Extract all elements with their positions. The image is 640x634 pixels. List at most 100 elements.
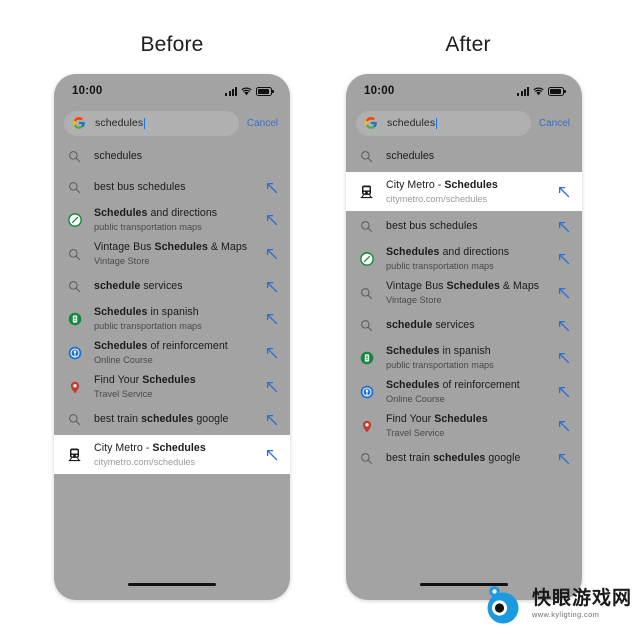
suggestion-row[interactable]: Schedules of reinforcement Online Course (54, 336, 290, 370)
suggestion-row[interactable]: best train schedules google (346, 443, 582, 474)
status-clock: 10:00 (72, 85, 103, 97)
magnifier-icon (358, 218, 375, 235)
suggestion-subtitle: public transportation maps (386, 360, 494, 370)
suggestion-row-highlighted[interactable]: City Metro - Schedules citymetro.com/sche… (346, 172, 582, 211)
append-arrow-icon[interactable] (265, 413, 279, 427)
suggestion-title: Schedules of reinforcement (94, 340, 228, 352)
suggestion-text: Vintage Bus Schedules & Maps Vintage Stor… (386, 280, 551, 306)
magnifier-icon (66, 179, 83, 196)
suggestion-row[interactable]: Vintage Bus Schedules & Maps Vintage Stor… (346, 276, 582, 310)
suggestion-row[interactable]: Schedules and directions public transport… (346, 242, 582, 276)
suggestion-title: schedule services (94, 280, 183, 292)
suggestion-row[interactable]: schedule services (54, 271, 290, 302)
tram-icon (66, 446, 83, 463)
panel-after: After 10:00 schedules Cancel schedules C… (318, 0, 618, 634)
suggestion-row[interactable]: schedules (54, 141, 290, 172)
document-green-icon (358, 350, 375, 367)
suggestion-text: Schedules in spanish public transportatio… (386, 345, 551, 371)
suggestion-row[interactable]: schedule services (346, 310, 582, 341)
panel-title-after: After (445, 33, 491, 56)
suggestion-row[interactable]: schedules (346, 141, 582, 172)
eyeball-logo-icon (481, 582, 525, 626)
suggestion-row[interactable]: Find Your Schedules Travel Service (54, 370, 290, 404)
append-arrow-icon[interactable] (265, 280, 279, 294)
suggestion-text: Schedules and directions public transport… (94, 207, 259, 233)
suggestion-text: schedule services (94, 280, 259, 293)
watermark-url: www.kyligting.com (531, 610, 600, 620)
comparison-stage: Before 10:00 schedules Cancel schedules … (0, 0, 640, 634)
suggestion-row[interactable]: Vintage Bus Schedules & Maps Vintage Stor… (54, 237, 290, 271)
append-arrow-icon[interactable] (557, 351, 571, 365)
suggestion-title: schedule services (386, 319, 475, 331)
cancel-button[interactable]: Cancel (247, 118, 278, 129)
status-icons (225, 86, 274, 96)
magnifier-icon (358, 285, 375, 302)
suggestion-row-highlighted[interactable]: City Metro - Schedules citymetro.com/sche… (54, 435, 290, 474)
suggestion-subtitle: public transportation maps (94, 222, 202, 232)
append-arrow-icon[interactable] (557, 419, 571, 433)
suggestion-title: Find Your Schedules (386, 413, 488, 425)
wifi-icon (241, 86, 252, 96)
append-arrow-icon[interactable] (557, 319, 571, 333)
suggestion-title: schedules (94, 150, 143, 162)
suggestion-subtitle: Vintage Store (386, 295, 442, 305)
suggestion-title: Schedules and directions (94, 207, 218, 219)
battery-icon (256, 86, 274, 96)
search-input[interactable]: schedules (356, 110, 531, 136)
suggestion-row[interactable]: best bus schedules (54, 172, 290, 203)
append-arrow-icon[interactable] (557, 286, 571, 300)
status-bar: 10:00 (54, 74, 290, 104)
suggestion-text: Vintage Bus Schedules & Maps Vintage Stor… (94, 241, 259, 267)
cancel-button[interactable]: Cancel (539, 118, 570, 129)
append-arrow-icon[interactable] (557, 220, 571, 234)
suggestion-row[interactable]: best bus schedules (346, 211, 582, 242)
suggestion-text: best bus schedules (94, 181, 259, 194)
suggestion-title: Schedules in spanish (94, 306, 199, 318)
append-arrow-icon[interactable] (265, 346, 279, 360)
suggestion-row[interactable]: Find Your Schedules Travel Service (346, 409, 582, 443)
magnifier-icon (66, 148, 83, 165)
suggestion-title: City Metro - Schedules (386, 178, 498, 191)
append-arrow-icon[interactable] (557, 452, 571, 466)
text-caret (436, 117, 438, 129)
suggestion-title: Vintage Bus Schedules & Maps (386, 280, 540, 292)
suggestion-list-after: schedules City Metro - Schedules citymetro… (346, 139, 582, 474)
append-arrow-icon[interactable] (265, 247, 279, 261)
suggestion-row[interactable]: Schedules and directions public transport… (54, 203, 290, 237)
tram-icon (358, 183, 375, 200)
append-arrow-icon[interactable] (557, 385, 571, 399)
append-arrow-icon[interactable] (557, 252, 571, 266)
pin-blue-icon (66, 345, 83, 362)
append-arrow-icon[interactable] (265, 448, 279, 462)
suggestion-title: Vintage Bus Schedules & Maps (94, 241, 248, 253)
watermark: 快眼游戏网 www.kyligting.com (481, 582, 632, 626)
append-arrow-icon[interactable] (265, 213, 279, 227)
suggestion-text: Schedules of reinforcement Online Course (386, 379, 551, 405)
status-bar: 10:00 (346, 74, 582, 104)
wifi-icon (533, 86, 544, 96)
append-arrow-icon[interactable] (265, 181, 279, 195)
suggestion-text: Find Your Schedules Travel Service (94, 374, 259, 400)
suggestion-subtitle: Travel Service (94, 389, 153, 399)
suggestion-text: best bus schedules (386, 220, 551, 233)
suggestion-subtitle: citymetro.com/schedules (94, 456, 196, 467)
suggestion-text: schedule services (386, 319, 551, 332)
append-arrow-icon[interactable] (557, 185, 571, 199)
location-pin-red-icon (358, 418, 375, 435)
text-caret (144, 117, 146, 129)
suggestion-row[interactable]: Schedules in spanish public transportatio… (346, 341, 582, 375)
google-g-icon (364, 116, 378, 130)
suggestion-text: Schedules and directions public transport… (386, 246, 551, 272)
append-arrow-icon[interactable] (265, 380, 279, 394)
status-icons (517, 86, 566, 96)
suggestion-row[interactable]: best train schedules google (54, 404, 290, 435)
suggestion-row[interactable]: Schedules in spanish public transportatio… (54, 302, 290, 336)
suggestion-text: City Metro - Schedules citymetro.com/sche… (94, 442, 259, 468)
suggestion-subtitle: citymetro.com/schedules (386, 193, 488, 204)
search-input[interactable]: schedules (64, 110, 239, 136)
append-arrow-icon[interactable] (265, 312, 279, 326)
search-query-text: schedules (95, 117, 144, 129)
suggestion-row[interactable]: Schedules of reinforcement Online Course (346, 375, 582, 409)
phone-mockup-before: 10:00 schedules Cancel schedules best bu… (54, 74, 290, 600)
suggestion-text: best train schedules google (386, 452, 551, 465)
